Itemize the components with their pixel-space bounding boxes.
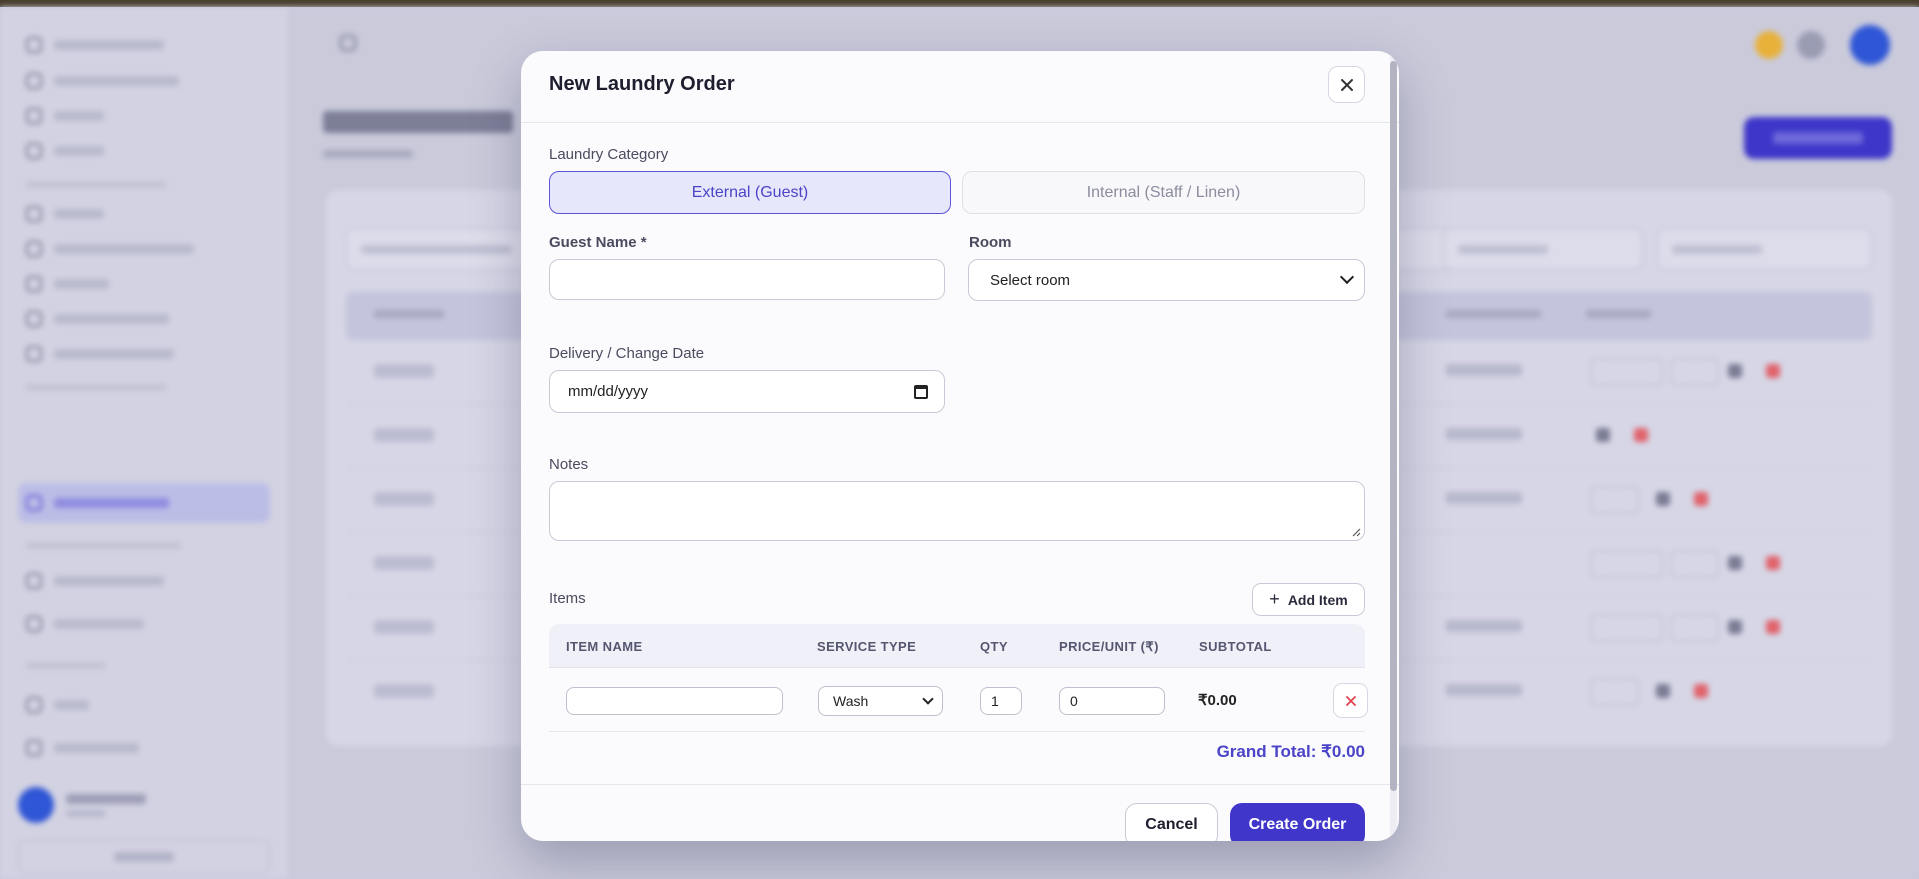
category-label: Laundry Category <box>549 146 669 163</box>
chevron-down-icon <box>922 693 934 705</box>
column-price-unit: PRICE/UNIT (₹) <box>1059 639 1159 654</box>
status-filter <box>1443 228 1643 270</box>
sidebar-icon <box>26 73 42 89</box>
calendar-icon[interactable] <box>914 384 928 399</box>
room-label: Room <box>969 234 1012 251</box>
notes-textarea[interactable] <box>549 481 1365 541</box>
sidebar-icon <box>26 143 42 159</box>
room-select-value: Select room <box>990 271 1071 289</box>
sidebar <box>0 7 290 879</box>
sidebar-item <box>26 143 104 159</box>
sidebar-icon <box>26 346 42 362</box>
sidebar-item <box>26 108 104 124</box>
column-subtotal: SUBTOTAL <box>1199 639 1272 654</box>
create-order-button[interactable]: Create Order <box>1230 803 1365 841</box>
guest-name-input[interactable] <box>549 259 945 300</box>
sidebar-item <box>26 573 164 589</box>
sidebar-item <box>26 495 169 511</box>
table-row: Wash 1 0 ₹0.00 <box>549 668 1368 732</box>
price-unit-input[interactable]: 0 <box>1059 687 1165 715</box>
service-type-value: Wash <box>833 693 869 709</box>
plus-icon: + <box>1269 589 1280 609</box>
sidebar-item <box>26 346 174 362</box>
add-item-label: Add Item <box>1287 591 1348 608</box>
sidebar-icon <box>26 108 42 124</box>
column-item-name: ITEM NAME <box>566 639 643 654</box>
modal-title: New Laundry Order <box>549 73 735 95</box>
avatar <box>18 787 54 823</box>
item-subtotal: ₹0.00 <box>1198 692 1237 709</box>
service-type-select[interactable]: Wash <box>818 686 943 716</box>
notification-icon <box>1797 31 1825 59</box>
sidebar-item <box>26 241 194 257</box>
sidebar-item <box>26 311 169 327</box>
category-internal-option[interactable]: Internal (Staff / Linen) <box>962 171 1365 214</box>
category-external-option[interactable]: External (Guest) <box>549 171 951 214</box>
delivery-date-input[interactable]: mm/dd/yyyy <box>549 370 945 413</box>
close-icon <box>1345 695 1356 706</box>
sidebar-icon <box>26 573 42 589</box>
remove-item-button[interactable] <box>1333 683 1368 718</box>
sidebar-icon <box>26 37 42 53</box>
guest-name-label: Guest Name * <box>549 234 647 251</box>
date-placeholder: mm/dd/yyyy <box>568 383 649 400</box>
modal-scrollbar-thumb[interactable] <box>1390 61 1397 791</box>
sidebar-icon <box>26 697 42 713</box>
sidebar-section <box>26 542 181 549</box>
menu-icon <box>340 35 356 51</box>
sidebar-icon <box>26 311 42 327</box>
cancel-button[interactable]: Cancel <box>1125 803 1218 841</box>
chevron-down-icon <box>1339 269 1355 285</box>
sidebar-section <box>26 181 166 188</box>
item-name-input[interactable] <box>566 687 783 715</box>
grand-total: Grand Total: ₹0.00 <box>1216 742 1365 761</box>
avatar <box>1850 25 1890 65</box>
sidebar-section <box>26 662 106 669</box>
sidebar-item <box>26 616 144 632</box>
new-laundry-order-modal: New Laundry Order Laundry Category Exter… <box>521 51 1399 841</box>
room-select[interactable]: Select room <box>968 259 1365 301</box>
sidebar-item <box>26 276 109 292</box>
column-qty: QTY <box>980 639 1008 654</box>
close-button[interactable] <box>1328 66 1365 103</box>
page-title <box>323 111 513 133</box>
bell-icon <box>1755 31 1783 59</box>
sidebar-item <box>26 206 104 222</box>
page-subtitle <box>323 150 413 158</box>
modal-header: New Laundry Order <box>521 51 1399 123</box>
items-table-header: ITEM NAME SERVICE TYPE QTY PRICE/UNIT (₹… <box>549 624 1365 668</box>
column-service-type: SERVICE TYPE <box>817 639 917 654</box>
close-icon <box>1340 78 1353 91</box>
sidebar-item <box>26 37 164 53</box>
items-label: Items <box>549 590 586 607</box>
notes-label: Notes <box>549 456 589 473</box>
qty-input[interactable]: 1 <box>980 687 1022 715</box>
sidebar-icon <box>26 241 42 257</box>
sidebar-icon <box>26 616 42 632</box>
sidebar-icon <box>26 495 42 511</box>
sidebar-icon <box>26 206 42 222</box>
resize-handle-icon[interactable] <box>1351 527 1361 537</box>
sidebar-icon <box>26 276 42 292</box>
new-order-button <box>1744 117 1892 159</box>
sidebar-section <box>26 384 166 391</box>
sidebar-item <box>26 697 89 713</box>
logout-button <box>18 840 270 874</box>
window-top-strip <box>0 0 1919 7</box>
sidebar-user <box>18 787 146 823</box>
sidebar-icon <box>26 740 42 756</box>
add-item-button[interactable]: + Add Item <box>1252 583 1365 616</box>
sidebar-item <box>26 73 179 89</box>
payment-filter <box>1657 228 1872 270</box>
date-label: Delivery / Change Date <box>549 345 705 362</box>
sidebar-item <box>26 740 139 756</box>
